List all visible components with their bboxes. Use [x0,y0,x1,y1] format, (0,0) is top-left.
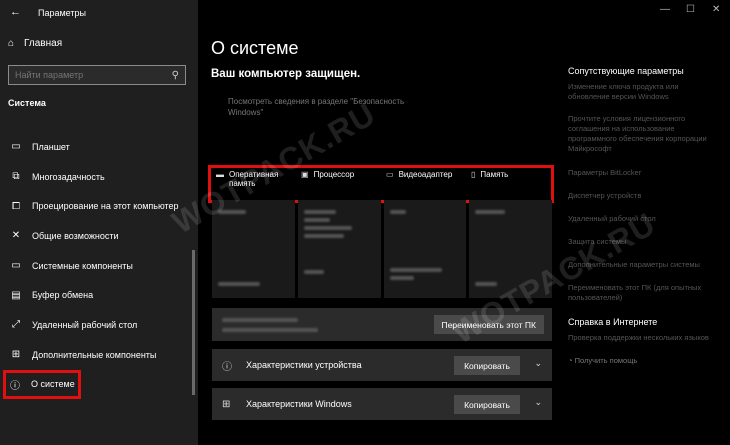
shared-icon: ✕ [11,230,21,242]
nav-home-label: Главная [24,38,63,49]
related-title: Сопутствующие параметры [568,66,684,76]
sidebar-item-addons[interactable]: ⊞ Дополнительные компоненты [0,340,198,370]
security-link[interactable]: Посмотреть сведения в разделе "Безопасно… [228,96,418,118]
device-specs-row[interactable]: ⓘ Характеристики устройства Копировать ⌄ [212,349,552,381]
related-link[interactable]: Удаленный рабочий стол [568,214,718,224]
search-box[interactable]: ⚲ [8,65,186,85]
related-link[interactable]: Параметры BitLocker [568,168,718,178]
section-label: Система [8,98,46,108]
spec-gpu-label: Видеоадаптер [398,170,453,179]
sidebar-item-shared[interactable]: ✕ Общие возможности [0,221,198,251]
maximize-button[interactable]: ☐ [686,4,695,15]
sidebar-item-remote[interactable]: ⤢ Удаленный рабочий стол [0,310,198,340]
spec-headers: ▬ Оперативная память ▣ Процессор ▭ Видео… [212,170,552,188]
storage-icon: ▯ [471,170,476,179]
project-icon: ⧠ [12,200,20,212]
spec-ram-value [212,200,295,298]
spec-gpu: ▭ Видеоадаптер [382,170,467,188]
spec-storage: ▯ Память [467,170,552,188]
sidebar-item-label: Удаленный рабочий стол [32,319,138,330]
sidebar-item-tablet[interactable]: ▭ Планшет [0,132,198,162]
help-icon: ◔ [568,356,573,365]
copy-windows-button[interactable]: Копировать [454,395,520,414]
clipboard-icon: ▤ [11,289,21,301]
components-icon: ▭ [11,260,21,272]
spec-storage-label: Память [480,170,509,179]
sidebar-list: ▭ Планшет ⧉ Многозадачность ⧠ Проецирова… [0,132,198,400]
home-icon: ⌂ [8,38,15,49]
related-link[interactable]: Изменение ключа продукта или обновление … [568,82,718,102]
sidebar-item-label: Буфер обмена [32,290,94,301]
related-settings: Сопутствующие параметры Изменение ключа … [568,66,718,379]
page-title: О системе [211,38,299,58]
related-link[interactable]: Переименовать этот ПК (для опытных польз… [568,283,718,303]
spec-ram: ▬ Оперативная память [212,170,297,188]
spec-values [212,200,552,298]
related-link[interactable]: Диспетчер устройств [568,191,718,201]
spec-ram-label: Оперативная память [229,170,279,188]
nav-home[interactable]: ⌂ Главная [8,38,62,49]
related-link[interactable]: Защита системы [568,237,718,247]
related-link[interactable]: Дополнительные параметры системы [568,260,718,270]
protection-status: Ваш компьютер защищен. [211,68,361,80]
main-content: — ☐ ✕ О системе Ваш компьютер защищен. П… [198,0,730,445]
spec-cpu-value [297,200,381,298]
rename-panel: Переименовать этот ПК [212,308,552,341]
sidebar-item-project[interactable]: ⧠ Проецирование на этот компьютер [0,191,198,221]
windows-logo-icon: ⊞ [222,398,231,410]
sidebar-item-label: Дополнительные компоненты [32,349,157,360]
rename-pc-button[interactable]: Переименовать этот ПК [433,315,544,334]
info-icon: ⓘ [222,361,232,373]
spec-gpu-value [383,200,467,298]
help-title: Справка в Интернете [568,317,658,327]
windows-specs-label: Характеристики Windows [246,399,352,409]
multitask-icon: ⧉ [12,171,20,183]
spec-cpu-label: Процессор [313,170,355,179]
minimize-button[interactable]: — [660,4,670,15]
ram-icon: ▬ [216,170,224,179]
search-input[interactable] [9,69,167,81]
sidebar-item-label: О системе [31,379,75,390]
spec-cpu: ▣ Процессор [297,170,382,188]
close-button[interactable]: ✕ [712,4,720,15]
device-specs-label: Характеристики устройства [246,360,362,370]
sidebar-item-clipboard[interactable]: ▤ Буфер обмена [0,280,198,310]
sidebar-item-multitask[interactable]: ⧉ Многозадачность [0,162,198,192]
search-icon[interactable]: ⚲ [172,70,179,81]
sidebar-item-label: Общие возможности [32,230,119,241]
sidebar-item-label: Проецирование на этот компьютер [32,201,179,212]
info-icon: ⓘ [10,380,20,392]
sidebar-item-label: Многозадачность [32,171,105,182]
gpu-icon: ▭ [386,170,394,179]
sidebar-item-about[interactable]: ⓘ О системе [3,369,81,400]
addons-icon: ⊞ [11,349,21,361]
sidebar-item-label: Системные компоненты [32,260,133,271]
chevron-down-icon[interactable]: ⌄ [534,397,542,408]
tablet-icon: ▭ [11,141,21,153]
sidebar-item-components[interactable]: ▭ Системные компоненты [0,251,198,281]
windows-specs-row[interactable]: ⊞ Характеристики Windows Копировать ⌄ [212,388,552,420]
window-title: Параметры [38,8,86,18]
get-help-link[interactable]: ◔ Получить помощь [568,356,718,366]
remote-icon: ⤢ [12,319,20,331]
back-arrow-icon[interactable]: ← [10,6,21,18]
copy-device-button[interactable]: Копировать [454,356,520,375]
sidebar-item-label: Планшет [32,141,70,152]
sidebar-scrollbar[interactable] [192,250,195,395]
spec-storage-value [469,200,552,298]
related-link[interactable]: Прочтите условия лицензионного соглашени… [568,114,718,154]
chevron-down-icon[interactable]: ⌄ [534,358,542,369]
help-link[interactable]: Проверка поддержки нескольких языков [568,333,718,343]
get-help-label: Получить помощь [574,356,638,365]
cpu-icon: ▣ [301,170,309,179]
sidebar: ← Параметры ⌂ Главная ⚲ Система ▭ Планше… [0,0,198,445]
